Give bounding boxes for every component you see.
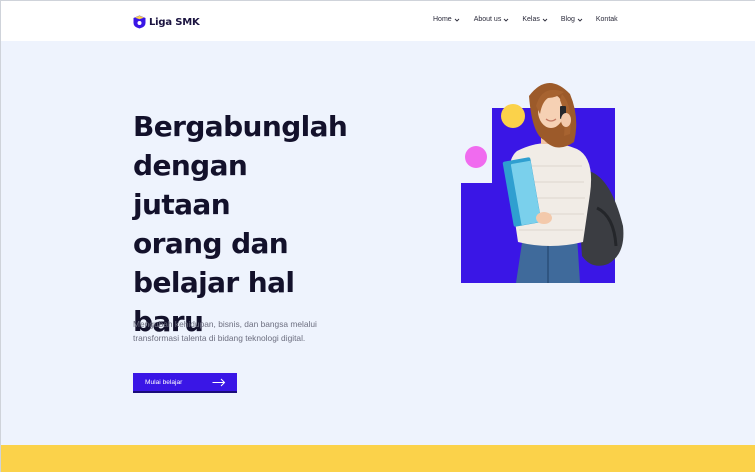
nav-item-kontak[interactable]: Kontak	[596, 16, 618, 23]
hero-headline: Bergabunglah dengan jutaan orang dan bel…	[133, 107, 348, 341]
start-learning-label: Mulai belajar	[145, 378, 183, 386]
nav-item-label: About us	[473, 16, 502, 23]
headline-line: dengan jutaan	[133, 149, 248, 221]
hero-subtitle: Mengubah kehidupan, bisnis, dan bangsa m…	[133, 319, 317, 343]
headline-line: belajar hal	[133, 266, 295, 299]
nav-item-label: Kontak	[595, 16, 618, 23]
chevron-down-icon	[504, 18, 509, 22]
chevron-down-icon	[454, 18, 460, 22]
chevron-down-icon	[542, 18, 548, 22]
chevron-down-icon	[577, 18, 583, 22]
shield-logo-icon	[133, 15, 146, 29]
nav-item-label: Home	[433, 16, 452, 23]
nav-item-label: Blog	[560, 16, 575, 23]
yellow-section-band	[1, 445, 755, 472]
nav-item-about-us[interactable]: About us	[474, 16, 510, 23]
hero-illustration	[461, 82, 624, 283]
nav-item-blog[interactable]: Blog	[561, 16, 583, 23]
start-learning-button[interactable]: Mulai belajar	[133, 373, 237, 393]
brand-name: Liga SMK	[149, 16, 200, 28]
hero-section: Bergabunglah dengan jutaan orang dan bel…	[1, 41, 755, 445]
nav-item-label: Kelas	[522, 16, 540, 23]
nav-item-kelas[interactable]: Kelas	[522, 16, 548, 23]
headline-line: Bergabunglah	[133, 110, 348, 143]
headline-line: orang dan	[133, 227, 289, 260]
main-nav: Home About us Kelas Blog Kontak	[433, 16, 618, 23]
nav-item-home[interactable]: Home	[433, 16, 460, 23]
top-navbar: Liga SMK Home About us Kelas Blog Kontak	[1, 1, 755, 41]
brand-logo[interactable]: Liga SMK	[133, 14, 200, 30]
arrow-right-icon	[212, 378, 226, 387]
